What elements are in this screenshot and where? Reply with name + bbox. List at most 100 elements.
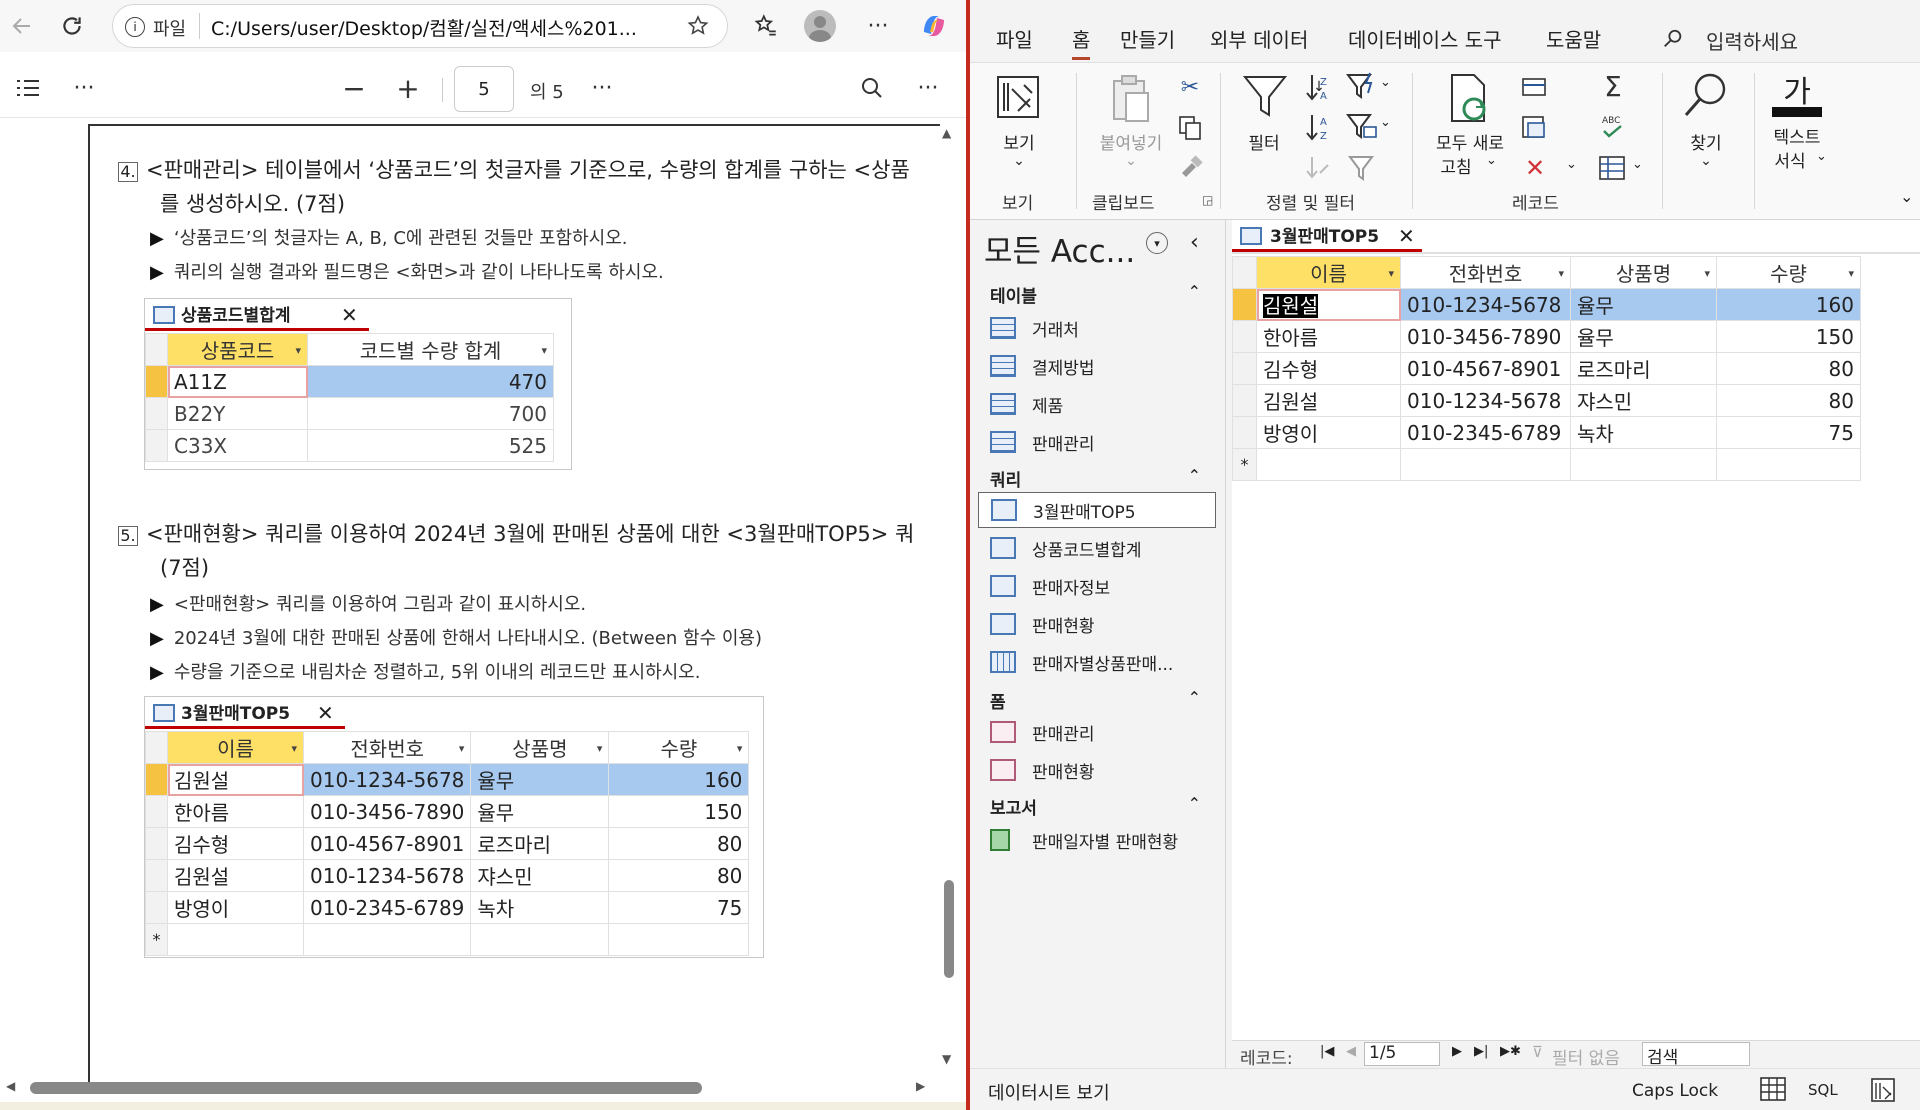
table-row[interactable]: 김원설 010-1234-5678 율무 160: [1232, 288, 1861, 321]
table-cell[interactable]: 010-3456-7890: [1400, 320, 1571, 353]
view-button[interactable]: 보기: [984, 129, 1054, 154]
chevron-down-icon[interactable]: ⌄: [1380, 75, 1391, 90]
nav-item-form-판매관리[interactable]: 판매관리: [990, 714, 1222, 750]
tab-database-tools[interactable]: 데이터베이스 도구: [1348, 24, 1502, 53]
pdf-page-more-icon[interactable]: ···: [588, 74, 616, 102]
view-icon[interactable]: [994, 73, 1042, 121]
text-format-button[interactable]: 텍스트: [1762, 123, 1832, 148]
new-record-icon[interactable]: [1520, 73, 1550, 101]
scroll-right-arrow[interactable]: ▶: [916, 1079, 925, 1093]
find-icon[interactable]: [1682, 71, 1730, 121]
table-cell[interactable]: 쟈스민: [1570, 384, 1717, 417]
zoom-in-icon[interactable]: +: [394, 72, 422, 105]
search-icon[interactable]: [1660, 26, 1686, 52]
dropdown-arrow-icon[interactable]: ▾: [1388, 267, 1394, 280]
tab-help[interactable]: 도움말: [1546, 24, 1601, 53]
table-cell[interactable]: 75: [1716, 416, 1861, 449]
table-cell[interactable]: 010-2345-6789: [1400, 416, 1571, 449]
address-text[interactable]: C:/Users/user/Desktop/컴활/실전/액세스%201...: [211, 14, 637, 41]
column-header[interactable]: 이름 ▾: [1256, 256, 1401, 289]
pdf-more-icon[interactable]: ···: [70, 74, 98, 102]
nav-item-table-결제방법[interactable]: 결제방법: [990, 348, 1222, 384]
selection-filter-icon[interactable]: [1346, 71, 1378, 101]
row-selector[interactable]: [1232, 256, 1257, 289]
datasheet-view-icon[interactable]: [1760, 1077, 1786, 1101]
table-cell[interactable]: [1400, 448, 1571, 481]
dropdown-arrow-icon[interactable]: ▾: [1704, 267, 1710, 280]
chevron-down-icon[interactable]: ⌄: [1380, 115, 1391, 130]
address-bar[interactable]: i 파일 C:/Users/user/Desktop/컴활/실전/액세스%201…: [112, 4, 728, 48]
filter-status[interactable]: 필터 없음: [1552, 1044, 1620, 1069]
chevron-down-icon[interactable]: ⌄: [1566, 157, 1577, 172]
table-cell[interactable]: 김수형: [1256, 352, 1401, 385]
delete-icon[interactable]: ✕: [1522, 154, 1548, 182]
table-cell[interactable]: 김원설: [1256, 384, 1401, 417]
nav-item-form-판매현황[interactable]: 판매현황: [990, 752, 1222, 788]
nav-item-query-판매현황[interactable]: 판매현황: [990, 606, 1222, 642]
chevron-down-icon[interactable]: ⌄: [1486, 153, 1497, 168]
tab-external-data[interactable]: 외부 데이터: [1210, 24, 1308, 53]
paste-button[interactable]: 붙여넣기: [1088, 129, 1174, 154]
column-header[interactable]: 수량 ▾: [1716, 256, 1861, 289]
nav-section-tables[interactable]: 테이블: [990, 282, 1037, 307]
table-cell[interactable]: 방영이: [1256, 416, 1401, 449]
nav-item-query-판매자정보[interactable]: 판매자정보: [990, 568, 1222, 604]
table-row[interactable]: 방영이 010-2345-6789 녹차 75: [1232, 416, 1861, 449]
new-blank-record-icon[interactable]: ▶✱: [1500, 1044, 1521, 1059]
table-row[interactable]: 한아름 010-3456-7890 율무 150: [1232, 320, 1861, 353]
copilot-icon[interactable]: [918, 10, 950, 42]
dropdown-arrow-icon[interactable]: ▾: [1558, 267, 1564, 280]
table-cell[interactable]: 010-4567-8901: [1400, 352, 1571, 385]
profile-avatar[interactable]: [804, 10, 836, 42]
table-cell[interactable]: 010-1234-5678: [1400, 288, 1571, 321]
column-header[interactable]: 상품명 ▾: [1570, 256, 1717, 289]
copy-icon[interactable]: [1178, 115, 1202, 141]
nav-menu-dropdown-icon[interactable]: ▾: [1146, 232, 1168, 254]
current-record-input[interactable]: 1/5: [1364, 1042, 1440, 1066]
remove-sort-icon[interactable]: [1304, 153, 1334, 183]
table-cell[interactable]: 녹차: [1570, 416, 1717, 449]
design-view-icon[interactable]: [1870, 1077, 1896, 1103]
zoom-out-icon[interactable]: −: [340, 72, 368, 105]
table-cell[interactable]: 율무: [1570, 320, 1717, 353]
table-cell[interactable]: [1256, 448, 1401, 481]
nav-section-forms[interactable]: 폼: [990, 688, 1006, 713]
favorite-star-icon[interactable]: [685, 13, 711, 39]
scroll-down-arrow[interactable]: ▼: [942, 1052, 951, 1066]
nav-item-table-거래처[interactable]: 거래처: [990, 310, 1222, 346]
table-cell[interactable]: 80: [1716, 384, 1861, 417]
table-cell[interactable]: 김원설: [1256, 288, 1401, 321]
vertical-scrollbar-thumb[interactable]: [944, 880, 954, 978]
favorites-list-icon[interactable]: [752, 12, 780, 40]
text-format-icon[interactable]: 가: [1770, 67, 1824, 111]
chevron-up-icon[interactable]: ⌃: [1188, 688, 1201, 707]
search-icon[interactable]: [858, 74, 886, 102]
chevron-up-icon[interactable]: ⌃: [1188, 466, 1201, 485]
close-icon[interactable]: ✕: [1398, 224, 1415, 248]
last-record-icon[interactable]: ▶|: [1474, 1044, 1488, 1059]
next-record-icon[interactable]: ▶: [1452, 1044, 1462, 1059]
format-painter-icon[interactable]: [1178, 155, 1204, 181]
new-record-row[interactable]: *: [1232, 448, 1861, 481]
paste-icon[interactable]: [1108, 73, 1154, 125]
column-header[interactable]: 전화번호 ▾: [1400, 256, 1571, 289]
table-cell[interactable]: 010-1234-5678: [1400, 384, 1571, 417]
refresh-icon[interactable]: [58, 12, 86, 40]
nav-item-query-상품코드별합계[interactable]: 상품코드별합계: [990, 530, 1222, 566]
spelling-icon[interactable]: ABC: [1598, 113, 1628, 141]
chevron-down-icon[interactable]: ⌄: [984, 153, 1054, 169]
nav-collapse-icon[interactable]: ‹: [1190, 230, 1199, 255]
dropdown-arrow-icon[interactable]: ▾: [1848, 267, 1854, 280]
more-options-icon[interactable]: ···: [864, 12, 892, 40]
sort-az-icon[interactable]: ZA: [1304, 71, 1334, 103]
row-selector[interactable]: [1232, 288, 1257, 321]
nav-pane-title[interactable]: 모든 Acc...: [984, 226, 1135, 271]
record-search-input[interactable]: 검색: [1642, 1042, 1750, 1068]
first-record-icon[interactable]: |◀: [1320, 1044, 1334, 1059]
nav-item-table-판매관리[interactable]: 판매관리: [990, 424, 1222, 460]
table-of-contents-icon[interactable]: [14, 74, 42, 102]
tell-me-input[interactable]: 입력하세요: [1706, 26, 1798, 55]
new-record-marker[interactable]: *: [1232, 448, 1257, 481]
tab-create[interactable]: 만들기: [1120, 24, 1175, 53]
advanced-filter-icon[interactable]: [1346, 111, 1378, 141]
